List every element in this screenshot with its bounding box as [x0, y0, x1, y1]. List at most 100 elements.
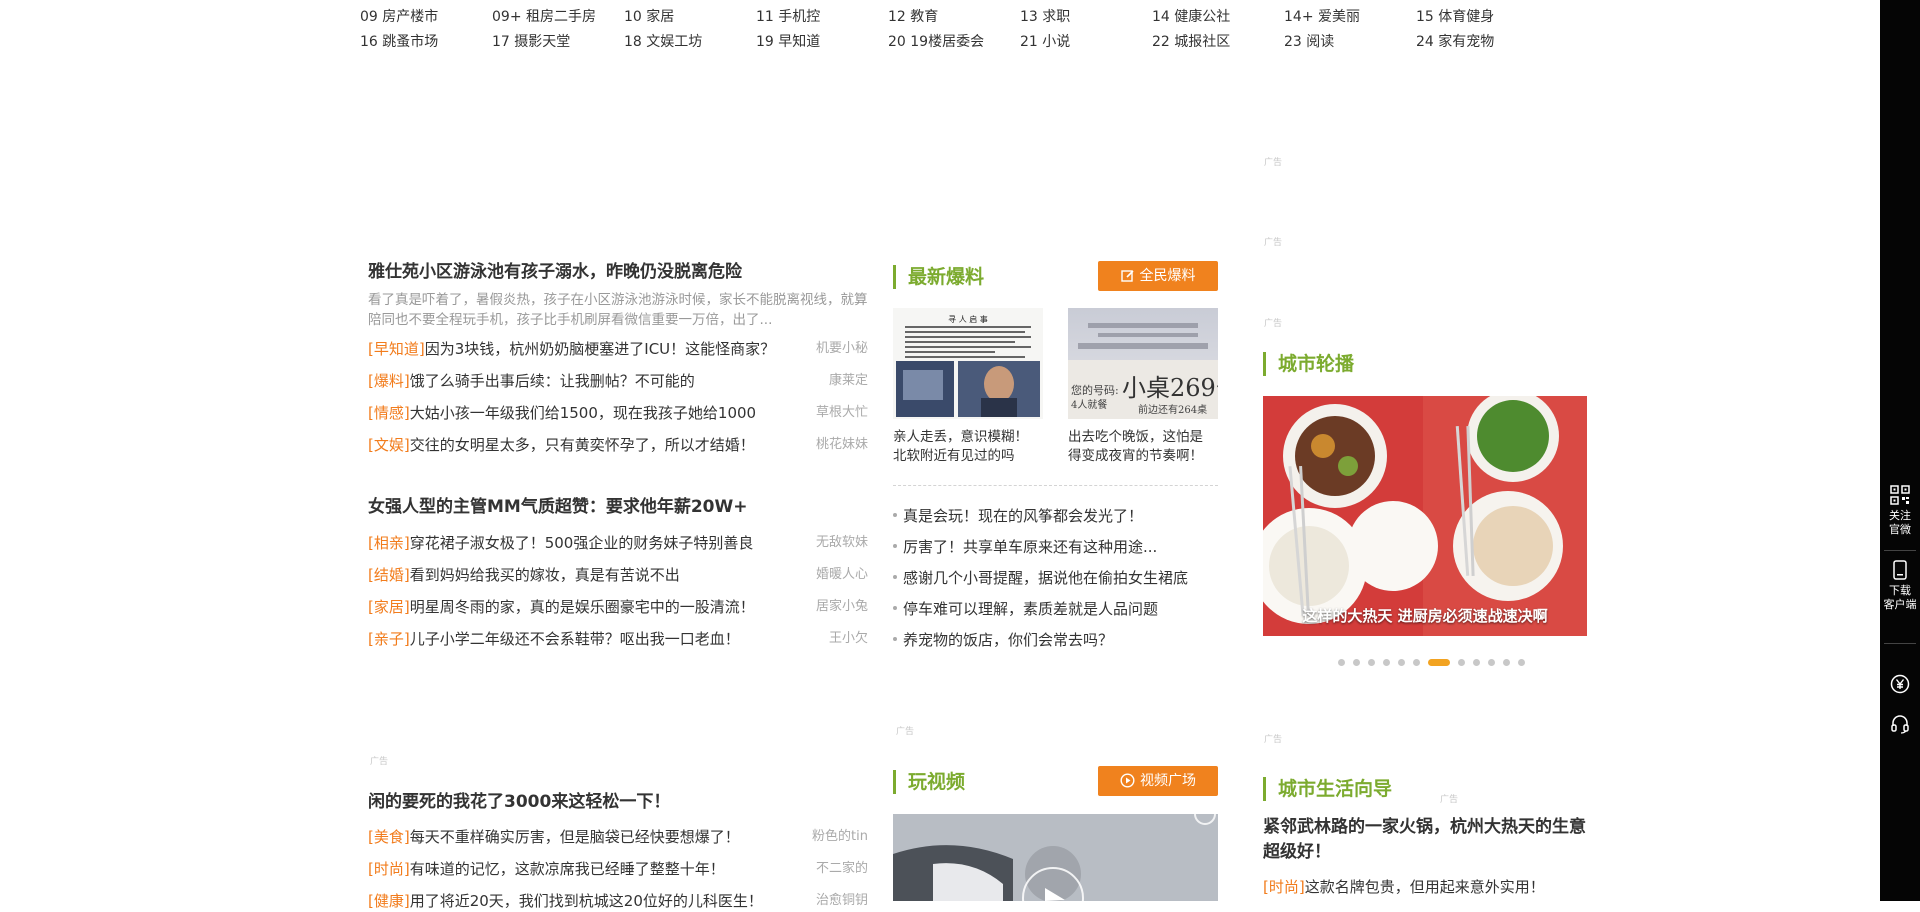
news-link[interactable]: 用了将近20天，我们找到杭城这20位好的儿科医生！ [410, 892, 763, 910]
news-thumbnail[interactable]: 寻 人 启 事 [893, 308, 1043, 419]
channel-link[interactable]: 16 跳蚤市场 [360, 33, 438, 51]
news-link[interactable]: 大姑小孩一年级我们给1500，现在我孩子她给1000 [410, 404, 756, 422]
news-link[interactable]: 因为3块钱，杭州奶奶脑梗塞进了ICU！这能怪商家？ [425, 340, 775, 358]
headline-link[interactable]: 女强人型的主管MM气质超赞：要求他年薪20W+ [368, 496, 748, 518]
channel-link[interactable]: 22 城报社区 [1152, 33, 1230, 51]
ad-label: 广告 [1264, 158, 1283, 168]
list-item[interactable]: 真是会玩！现在的风筝都会发光了！ [893, 506, 1223, 526]
carousel-dot[interactable] [1473, 659, 1480, 666]
news-category-tag[interactable]: [美食] [368, 828, 410, 846]
author-link[interactable]: 婚暖人心 [816, 564, 868, 586]
news-link[interactable]: 这款名牌包贵，但用起来意外实用！ [1305, 878, 1545, 896]
channel-link[interactable]: 09+ 租房二手房 [492, 8, 596, 26]
headline-link[interactable]: 闲的要死的我花了3000来这轻松一下！ [368, 791, 670, 813]
news-link[interactable]: 明星周冬雨的家，真的是娱乐圈豪宅中的一股清流！ [410, 598, 755, 616]
author-link[interactable]: 治愈铜钥 [816, 890, 868, 912]
carousel-dot[interactable] [1488, 659, 1495, 666]
ticket-party: 4人就餐 [1071, 398, 1107, 411]
news-link[interactable]: 穿花裙子淑女极了！500强企业的财务妹子特别善良 [410, 534, 754, 552]
news-link[interactable]: 儿子小学二年级还不会系鞋带？呕出我一口老血！ [410, 630, 740, 648]
carousel-dot[interactable] [1383, 659, 1390, 666]
list-item[interactable]: 停车难可以理解，素质差就是人品问题 [893, 599, 1223, 619]
follow-weibo-button[interactable]: 关注 官微 [1880, 485, 1920, 537]
channel-link[interactable]: 18 文娱工坊 [624, 33, 702, 51]
channel-link[interactable]: 21 小说 [1020, 33, 1070, 51]
channel-link[interactable]: 19 早知道 [756, 33, 820, 51]
author-link[interactable]: 机要小秘 [816, 338, 868, 360]
news-row: [结婚]看到妈妈给我买的嫁妆，真是有苦说不出 婚暖人心 [368, 564, 868, 586]
news-row: [美食]每天不重样确实厉害，但是脑袋已经快要想爆了！ 粉色的tin [368, 826, 868, 848]
channel-link[interactable]: 17 摄影天堂 [492, 33, 570, 51]
news-link[interactable]: 交往的女明星太多，只有黄奕怀孕了，所以才结婚！ [410, 436, 755, 454]
news-category-tag[interactable]: [亲子] [368, 630, 410, 648]
news-category-tag[interactable]: [结婚] [368, 566, 410, 584]
author-link[interactable]: 康莱定 [829, 370, 868, 392]
news-category-tag[interactable]: [时尚] [368, 860, 410, 878]
list-item[interactable]: 感谢几个小哥提醒，据说他在偷拍女生裙底 [893, 568, 1223, 588]
carousel-dot[interactable] [1338, 659, 1345, 666]
qr-code-icon [1890, 485, 1910, 508]
channel-link[interactable]: 15 体育健身 [1416, 8, 1494, 26]
author-link[interactable]: 桃花妹妹 [816, 434, 868, 456]
submit-news-button[interactable]: 全民爆料 [1098, 261, 1218, 291]
news-category-tag[interactable]: [家居] [368, 598, 410, 616]
yuan-button[interactable] [1880, 674, 1920, 698]
carousel-dot[interactable] [1518, 659, 1525, 666]
channel-link[interactable]: 24 家有宠物 [1416, 33, 1494, 51]
news-category-tag[interactable]: [文娱] [368, 436, 410, 454]
author-link[interactable]: 粉色的tin [812, 826, 868, 848]
divider [893, 485, 1218, 486]
list-item[interactable]: 养宠物的饭店，你们会常去吗？ [893, 630, 1223, 650]
carousel-dot[interactable] [1458, 659, 1465, 666]
news-link[interactable]: 有味道的记忆，这款凉席我已经睡了整整十年！ [410, 860, 725, 878]
news-link[interactable]: 看到妈妈给我买的嫁妆，真是有苦说不出 [410, 566, 680, 584]
news-category-tag[interactable]: [情感] [368, 404, 410, 422]
author-link[interactable]: 不二家的 [816, 858, 868, 880]
carousel-dot[interactable] [1413, 659, 1420, 666]
guide-headline[interactable]: 紧邻武林路的一家火锅，杭州大热天的生意超级好！ [1263, 815, 1593, 865]
section-heading-video: 玩视频 [893, 770, 965, 794]
carousel-dots [1338, 652, 1533, 666]
list-item[interactable]: 厉害了！共享单车原来还有这种用途... [893, 537, 1223, 557]
channel-link[interactable]: 14 健康公社 [1152, 8, 1230, 26]
channel-link[interactable]: 14+ 爱美丽 [1284, 8, 1360, 26]
news-category-tag[interactable]: [早知道] [368, 340, 425, 358]
city-carousel[interactable]: 这样的大热天 进厨房必须速战速决啊 [1263, 396, 1587, 636]
channel-link[interactable]: 13 求职 [1020, 8, 1070, 26]
channel-link[interactable]: 23 阅读 [1284, 33, 1334, 51]
thumbnail-caption[interactable]: 出去吃个晚饭，这怕是得变成夜宵的节奏啊！ [1068, 428, 1213, 466]
carousel-dot[interactable] [1428, 659, 1450, 666]
carousel-dot[interactable] [1353, 659, 1360, 666]
author-link[interactable]: 居家小兔 [816, 596, 868, 618]
news-category-tag[interactable]: [相亲] [368, 534, 410, 552]
author-link[interactable]: 王小欠 [829, 628, 868, 650]
carousel-dot[interactable] [1503, 659, 1510, 666]
channel-link[interactable]: 10 家居 [624, 8, 674, 26]
channel-link[interactable]: 20 19楼居委会 [888, 33, 984, 51]
headline-link[interactable]: 雅仕苑小区游泳池有孩子溺水，昨晚仍没脱离危险 [368, 261, 742, 283]
author-link[interactable]: 草根大忙 [816, 402, 868, 424]
channel-link[interactable]: 12 教育 [888, 8, 938, 26]
mobile-phone-icon [1892, 560, 1908, 583]
video-plaza-label: 视频广场 [1140, 773, 1196, 789]
video-player[interactable] [893, 814, 1218, 901]
bullet-icon [893, 575, 897, 579]
channel-link[interactable]: 09 房产楼市 [360, 8, 438, 26]
news-link[interactable]: 饿了么骑手出事后续：让我删帖？不可能的 [410, 372, 695, 390]
news-category-tag[interactable]: [时尚] [1263, 878, 1305, 896]
headline-summary: 看了真是吓着了，暑假炎热，孩子在小区游泳池游泳时候，家长不能脱离视线，就算陪同也… [368, 292, 868, 328]
thumbnail-caption[interactable]: 亲人走丢，意识模糊！北软附近有见过的吗 [893, 428, 1038, 466]
news-category-tag[interactable]: [健康] [368, 892, 410, 910]
carousel-dot[interactable] [1398, 659, 1405, 666]
author-link[interactable]: 无敌软妹 [816, 532, 868, 554]
channel-link[interactable]: 11 手机控 [756, 8, 820, 26]
ticket-wait: 前边还有264桌 [1138, 403, 1207, 416]
ticket-label: 您的号码: [1071, 383, 1119, 397]
download-app-button[interactable]: 下载 客户端 [1880, 560, 1920, 612]
news-category-tag[interactable]: [爆料] [368, 372, 410, 390]
news-link[interactable]: 每天不重样确实厉害，但是脑袋已经快要想爆了！ [410, 828, 740, 846]
video-plaza-button[interactable]: 视频广场 [1098, 766, 1218, 796]
customer-service-button[interactable] [1880, 714, 1920, 738]
carousel-dot[interactable] [1368, 659, 1375, 666]
news-thumbnail[interactable]: 您的号码: 小桌269号 4人就餐 前边还有264桌 [1068, 308, 1218, 419]
